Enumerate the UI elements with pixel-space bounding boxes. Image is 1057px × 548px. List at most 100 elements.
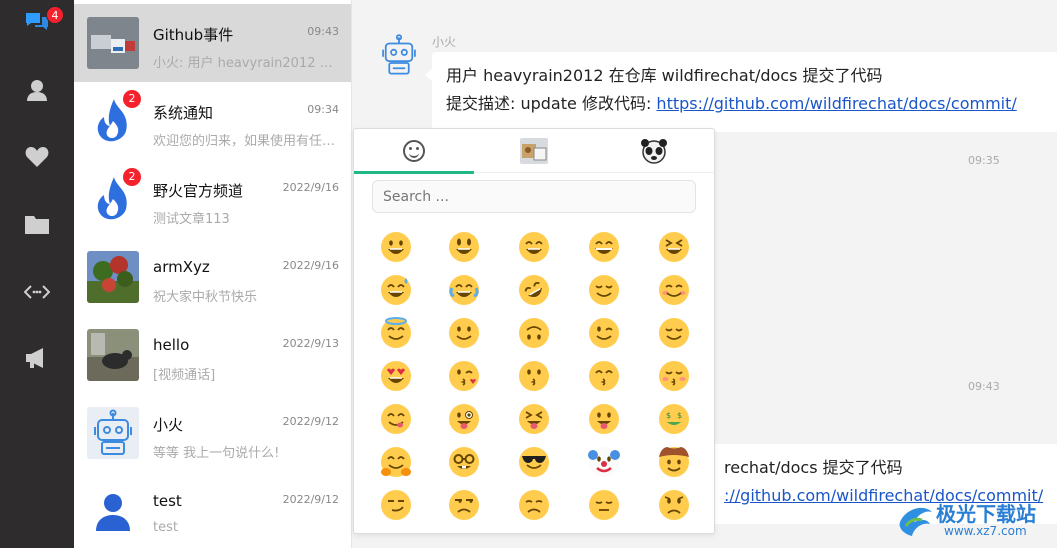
smiley-face-icon [403, 140, 425, 162]
contacts-icon [27, 80, 47, 101]
emoji-relieved-face[interactable] [584, 270, 624, 310]
watermark: 极光下载站 www.xz7.com [896, 496, 1056, 544]
emoji-cowboy-face[interactable] [654, 442, 694, 482]
tab-emoji[interactable] [354, 129, 474, 174]
nav-favorites[interactable] [0, 137, 74, 177]
conversation-item[interactable]: hello 2022/9/13 [视频通话] [74, 316, 351, 394]
smirk-face-icon [381, 490, 411, 520]
sticker-pack-icon [520, 138, 548, 164]
emoji-kissing-closed-eyes[interactable] [654, 356, 694, 396]
navigation-rail: 4 [0, 0, 74, 548]
sender-name: 小火 [432, 35, 457, 49]
emoji-kissing-smiling-eyes[interactable] [584, 356, 624, 396]
robot-avatar [87, 407, 139, 459]
emoji-kissing-heart[interactable] [444, 356, 484, 396]
conversation-preview: 小火: 用户 heavyrain2012 在仓库 wildfirechat/do… [153, 56, 339, 71]
hugging-face-icon [381, 447, 411, 477]
tears-of-joy-icon [449, 275, 479, 305]
emoji-beaming-face[interactable] [584, 227, 624, 267]
tongue-squint-icon [519, 404, 549, 434]
emoji-clown-face[interactable] [584, 442, 624, 482]
emoji-money-mouth[interactable]: $ $ [654, 399, 694, 439]
conversation-time: 2022/9/16 [282, 259, 339, 272]
emoji-tongue-out[interactable] [584, 399, 624, 439]
emoji-picker: $$ [353, 128, 715, 534]
nav-contacts[interactable] [0, 70, 74, 110]
emoji-tears-of-joy[interactable] [444, 270, 484, 310]
unread-badge: 4 [46, 6, 64, 24]
kissing-smiling-eyes-icon [589, 361, 619, 391]
emoji-tongue-wink[interactable] [444, 399, 484, 439]
emoji-worried-face[interactable] [654, 485, 694, 525]
conversation-time: 2022/9/13 [282, 337, 339, 350]
pensive-face-icon [589, 490, 619, 520]
nerd-face-icon [449, 447, 479, 477]
nav-developer[interactable] [0, 272, 74, 312]
emoji-search-input[interactable] [372, 180, 696, 213]
nav-files[interactable] [0, 204, 74, 244]
message-line: rechat/docs 提交了代码 [724, 458, 903, 477]
grinning-face-icon [381, 232, 411, 262]
emoji-winking-face[interactable] [584, 313, 624, 353]
conversation-time: 2022/9/12 [282, 415, 339, 428]
emoji-pensive-face[interactable] [584, 485, 624, 525]
emoji-smiley-face[interactable] [444, 227, 484, 267]
conversation-item[interactable]: 2 野火官方频道 2022/9/16 测试文章113 [74, 160, 351, 238]
conversation-item[interactable]: 小火 2022/9/12 等等 我上一句说什么! [74, 394, 351, 472]
emoji-halo-face[interactable] [376, 313, 416, 353]
emoji-unamused-face[interactable] [444, 485, 484, 525]
message-timestamp: 09:35 [968, 154, 1000, 167]
emoji-upside-down-face[interactable] [514, 313, 554, 353]
emoji-squinting-laughing[interactable] [654, 227, 694, 267]
favorites-heart-icon [25, 147, 49, 167]
emoji-sunglasses-face[interactable] [514, 442, 554, 482]
conversation-preview: 等等 我上一句说什么! [153, 446, 280, 461]
emoji-relaxed-face[interactable] [654, 313, 694, 353]
heart-eyes-icon [381, 361, 411, 391]
winking-face-icon [589, 318, 619, 348]
folder-icon [25, 216, 49, 234]
emoji-rolling-laughing[interactable] [514, 270, 554, 310]
cowboy-face-icon [659, 447, 689, 477]
emoji-sweat-smile[interactable] [376, 270, 416, 310]
conversation-item[interactable]: test 2022/9/12 test [74, 472, 351, 548]
conversation-item[interactable]: 2 系统通知 09:34 欢迎您的归来，如果使用有任何问题 [74, 82, 351, 160]
emoji-slight-smile[interactable] [444, 313, 484, 353]
conversation-preview: 欢迎您的归来，如果使用有任何问题 [153, 134, 339, 149]
conversation-time: 2022/9/16 [282, 181, 339, 194]
emoji-hugging-face[interactable] [376, 442, 416, 482]
emoji-heart-eyes[interactable] [376, 356, 416, 396]
message-bubble[interactable]: 用户 heavyrain2012 在仓库 wildfirechat/docs 提… [432, 52, 1057, 132]
kissing-face-icon [519, 361, 549, 391]
robot-avatar[interactable] [376, 32, 422, 78]
photo-avatar [87, 251, 139, 303]
unread-badge: 2 [123, 168, 141, 186]
commit-link[interactable]: https://github.com/wildfirechat/docs/com… [656, 94, 1016, 113]
halo-face-icon [381, 317, 411, 348]
emoji-grinning-face[interactable] [376, 227, 416, 267]
tab-stickers[interactable] [474, 129, 594, 173]
message-line: 提交描述: update 修改代码: https://github.com/wi… [446, 90, 1057, 118]
emoji-grinning-smiling-eyes[interactable] [514, 227, 554, 267]
tongue-out-icon [589, 404, 619, 434]
conversation-preview: 测试文章113 [153, 212, 230, 227]
message-line: 用户 heavyrain2012 在仓库 wildfirechat/docs 提… [446, 66, 883, 85]
conversation-title: test [153, 492, 182, 510]
worried-face-icon [659, 490, 689, 520]
emoji-disappointed-face[interactable] [514, 485, 554, 525]
emoji-blushing-face[interactable] [654, 270, 694, 310]
conversation-item[interactable]: Github事件 09:43 小火: 用户 heavyrain2012 在仓库 … [74, 4, 351, 82]
emoji-picker-tabs [354, 129, 714, 174]
nav-channels[interactable] [0, 338, 74, 378]
emoji-yummy-face[interactable] [376, 399, 416, 439]
emoji-kissing-face[interactable] [514, 356, 554, 396]
emoji-smirk-face[interactable] [376, 485, 416, 525]
emoji-tongue-squint[interactable] [514, 399, 554, 439]
svg-text:$: $ [666, 411, 671, 420]
conversation-item[interactable]: armXyz 2022/9/16 祝大家中秋节快乐 [74, 238, 351, 316]
tab-panda-stickers[interactable] [594, 129, 714, 173]
emoji-nerd-face[interactable] [444, 442, 484, 482]
kissing-closed-eyes-icon [659, 361, 689, 391]
watermark-title: 极光下载站 [936, 502, 1036, 526]
nav-chats[interactable]: 4 [0, 2, 74, 42]
